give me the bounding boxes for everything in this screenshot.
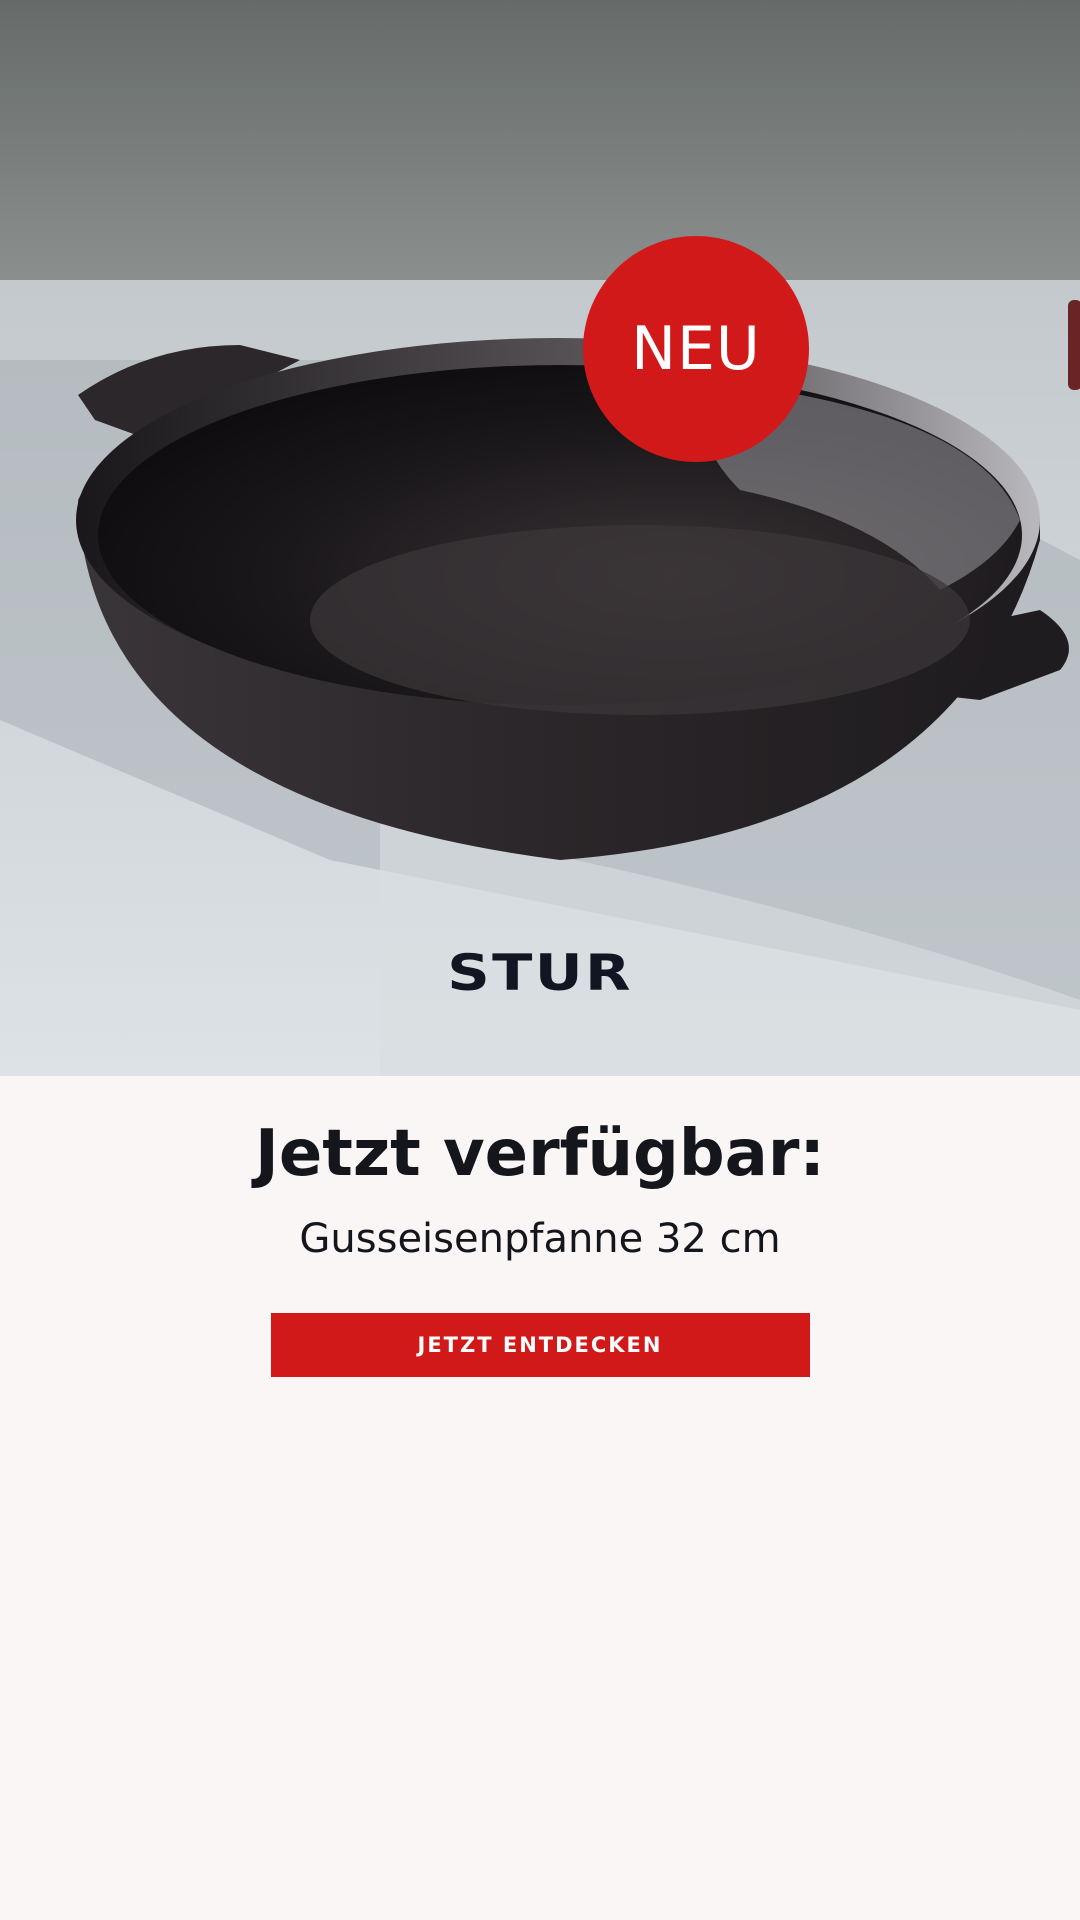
brand-logo: STUR [447,944,633,1002]
new-badge: NEU [583,236,809,462]
hero-banner[interactable]: NEU STUR [0,0,1080,1076]
discover-now-button[interactable]: JETZT ENTDECKEN [270,1312,810,1377]
promo-page: NEU STUR Jetzt verfügbar: Gusseisenpfann… [0,0,1080,1920]
product-name: Gusseisenpfanne 32 cm [299,1215,781,1262]
promo-headline: Jetzt verfügbar: [255,1117,825,1191]
promo-content: Jetzt verfügbar: Gusseisenpfanne 32 cm J… [0,1076,1080,1377]
cast-iron-pan-image [0,0,1080,1076]
